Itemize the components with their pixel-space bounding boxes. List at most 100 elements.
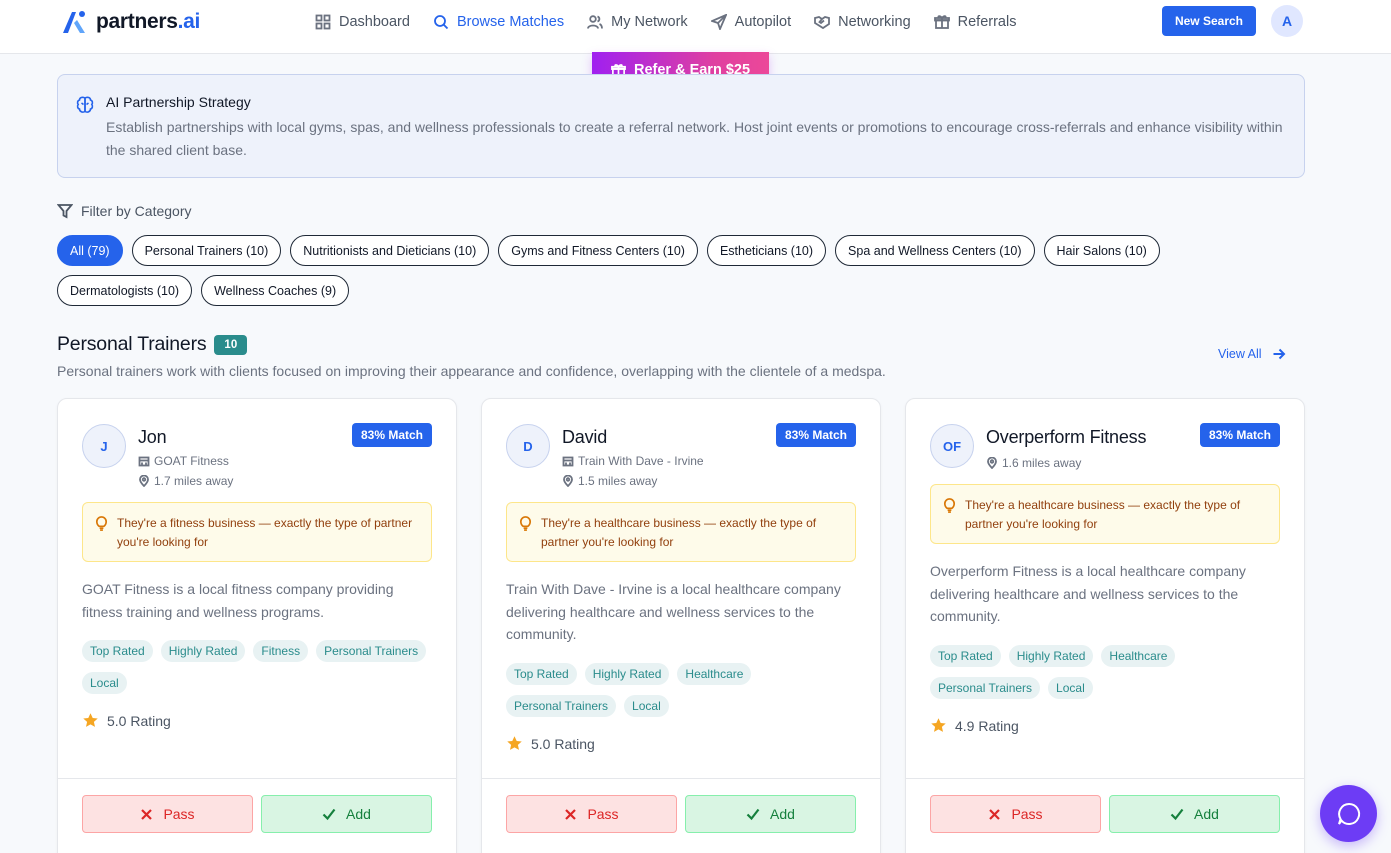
handshake-icon (814, 16, 831, 30)
location-pin-icon (139, 475, 149, 487)
tag: Top Rated (506, 663, 577, 685)
grid-icon (315, 14, 331, 30)
strategy-text: Establish partnerships with local gyms, … (106, 119, 1283, 158)
match-reason: They're a fitness business — exactly the… (82, 502, 432, 562)
close-icon (989, 808, 1001, 820)
section-title: Personal Trainers (57, 333, 207, 355)
nav-label: Referrals (957, 14, 1017, 30)
card-name[interactable]: Jon (138, 427, 167, 448)
star-icon (507, 736, 522, 750)
chip-dermatologists[interactable]: Dermatologists (10) (57, 275, 193, 306)
ai-strategy-panel: AI Partnership Strategy Establish partne… (57, 74, 1305, 178)
card-rating: 4.9 Rating (930, 717, 1019, 734)
category-chips: All (79) Personal Trainers (10) Nutritio… (57, 235, 1207, 306)
tag: Highly Rated (584, 663, 670, 685)
filter-icon (57, 204, 73, 219)
users-icon (587, 15, 604, 29)
tag: Top Rated (930, 645, 1001, 667)
card-rating: 5.0 Rating (82, 712, 171, 729)
nav-label: Networking (838, 14, 911, 30)
top-navigation-bar: partners.ai Dashboard Browse Matches My … (0, 0, 1391, 54)
chip-hair-salons[interactable]: Hair Salons (10) (1043, 235, 1160, 266)
pass-button[interactable]: Pass (506, 795, 677, 833)
tag: Personal Trainers (506, 695, 617, 717)
brand-name: partners.ai (96, 10, 201, 33)
location-pin-icon (563, 475, 573, 487)
tag: Local (82, 672, 127, 694)
tag: Personal Trainers (316, 640, 427, 662)
user-avatar[interactable]: A (1271, 5, 1303, 37)
view-all-link[interactable]: View All (1218, 347, 1286, 361)
pass-button[interactable]: Pass (930, 795, 1101, 833)
star-icon (83, 713, 98, 727)
match-badge: 83% Match (775, 423, 856, 447)
card-divider (906, 778, 1304, 779)
send-icon (710, 14, 727, 30)
add-button[interactable]: Add (685, 795, 856, 833)
logo-icon (63, 11, 85, 33)
nav-autopilot[interactable]: Autopilot (710, 12, 792, 32)
match-badge: 83% Match (1199, 423, 1280, 447)
nav-label: Dashboard (339, 14, 410, 30)
card-avatar: D (506, 424, 550, 468)
card-divider (482, 778, 880, 779)
section-count-badge: 10 (214, 334, 248, 355)
add-button[interactable]: Add (1109, 795, 1280, 833)
card-business: GOAT Fitness (138, 454, 229, 468)
arrow-right-icon (1273, 348, 1285, 360)
location-pin-icon (987, 457, 997, 469)
chip-wellness-coaches[interactable]: Wellness Coaches (9) (201, 275, 350, 306)
section-header: Personal Trainers 10 (57, 333, 248, 356)
main-nav: Dashboard Browse Matches My Network Auto… (315, 12, 1016, 32)
tag: Top Rated (82, 640, 153, 662)
nav-browse-matches[interactable]: Browse Matches (433, 12, 564, 32)
nav-dashboard[interactable]: Dashboard (315, 12, 410, 32)
card-rating: 5.0 Rating (506, 735, 595, 752)
new-search-button[interactable]: New Search (1162, 6, 1256, 36)
view-all-label: View All (1218, 347, 1262, 361)
match-reason-text: They're a healthcare business — exactly … (541, 516, 817, 549)
nav-label: Autopilot (734, 14, 792, 30)
chip-all[interactable]: All (79) (57, 235, 123, 266)
pass-button[interactable]: Pass (82, 795, 253, 833)
tag: Fitness (253, 640, 309, 662)
tag: Highly Rated (160, 640, 246, 662)
chip-spa[interactable]: Spa and Wellness Centers (10) (835, 235, 1035, 266)
chip-personal-trainers[interactable]: Personal Trainers (10) (131, 235, 282, 266)
match-reason-text: They're a healthcare business — exactly … (965, 498, 1241, 531)
lightbulb-icon (95, 516, 108, 531)
add-button[interactable]: Add (261, 795, 432, 833)
nav-my-network[interactable]: My Network (587, 12, 688, 32)
logo[interactable]: partners.ai (60, 9, 200, 35)
tag: Local (1048, 677, 1093, 699)
tag: Local (624, 695, 669, 717)
lightbulb-icon (943, 498, 956, 513)
card-avatar: OF (930, 424, 974, 468)
card-business: Train With Dave - Irvine (562, 454, 704, 468)
match-card: J Jon GOAT Fitness 1.7 miles away 83% Ma… (57, 398, 457, 853)
chat-button[interactable] (1320, 785, 1377, 842)
chip-gyms[interactable]: Gyms and Fitness Centers (10) (498, 235, 698, 266)
lightbulb-icon (519, 516, 532, 531)
match-reason-text: They're a fitness business — exactly the… (117, 516, 413, 549)
match-reason: They're a healthcare business — exactly … (506, 502, 856, 562)
close-icon (565, 808, 577, 820)
section-description: Personal trainers work with clients focu… (57, 363, 886, 379)
tag: Healthcare (1101, 645, 1176, 667)
brain-icon (76, 96, 94, 113)
close-icon (141, 808, 153, 820)
tag: Highly Rated (1008, 645, 1094, 667)
card-name[interactable]: David (562, 427, 607, 448)
match-card: OF Overperform Fitness 1.6 miles away 83… (905, 398, 1305, 853)
card-name[interactable]: Overperform Fitness (986, 427, 1146, 448)
strategy-title: AI Partnership Strategy (106, 94, 251, 110)
match-badge: 83% Match (351, 423, 432, 447)
card-description: Overperform Fitness is a local healthcar… (930, 563, 1246, 624)
card-distance: 1.5 miles away (562, 474, 657, 488)
filter-heading: Filter by Category (57, 203, 191, 219)
chip-nutritionists[interactable]: Nutritionists and Dieticians (10) (290, 235, 490, 266)
chip-estheticians[interactable]: Estheticians (10) (706, 235, 827, 266)
nav-referrals[interactable]: Referrals (933, 12, 1017, 32)
nav-networking[interactable]: Networking (814, 12, 911, 32)
tag: Personal Trainers (930, 677, 1041, 699)
